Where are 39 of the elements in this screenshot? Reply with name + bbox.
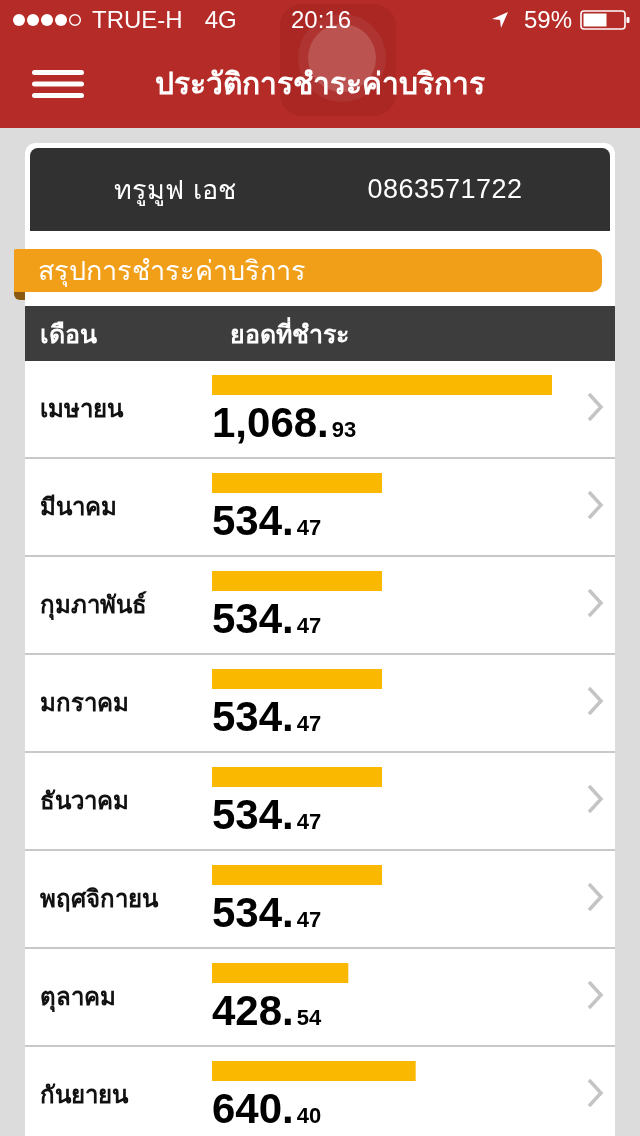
battery-icon (580, 10, 630, 30)
chevron-icon (587, 392, 604, 422)
column-heading: เดือน (40, 318, 98, 351)
account-name: ทรูมูฟ เอช (114, 173, 236, 208)
status-time: 20:16 (290, 6, 352, 34)
amount-value: 534.47 (212, 693, 322, 742)
amount-value: 534.47 (212, 791, 322, 840)
battery-percentage: 59% (523, 6, 572, 34)
chevron-icon (587, 686, 604, 716)
chevron-icon (587, 588, 604, 618)
amount-value: 534.47 (212, 595, 322, 644)
amount-value: 428.54 (212, 987, 322, 1036)
page-title: ประวัติการชำระค่าบริการ (155, 65, 485, 103)
section-banner: สรุปการชำระค่าบริการ (14, 249, 602, 292)
month-label: พฤศจิกายน (40, 883, 160, 915)
signal-icon (12, 13, 82, 27)
chevron-icon (587, 882, 604, 912)
amount-value: 640.40 (212, 1085, 322, 1134)
month-label: มกราคม (40, 687, 130, 719)
month-label: เมษายน (40, 393, 125, 425)
amount-value: 1,068.93 (212, 399, 357, 448)
chevron-icon (587, 1078, 604, 1108)
ribbon-fold (14, 292, 25, 300)
network-type: 4G (204, 6, 237, 34)
month-label: มีนาคม (40, 491, 118, 523)
chevron-icon (587, 784, 604, 814)
month-label: ตุลาคม (40, 981, 117, 1014)
chevron-icon (587, 980, 604, 1010)
month-label: ธันวาคม (40, 785, 130, 817)
amount-value: 534.47 (212, 497, 322, 546)
month-label: กันยายน (40, 1079, 130, 1111)
column-heading: ยอดที่ชำระ (229, 316, 350, 351)
amount-value: 534.47 (212, 889, 322, 938)
phone-number: 0863571722 (367, 174, 523, 205)
carrier-name: TRUE-H (92, 6, 183, 34)
chevron-icon (587, 490, 604, 520)
location-arrow-icon (491, 12, 508, 28)
month-label: กุมภาพันธ์ (40, 589, 148, 622)
menu-icon (32, 70, 84, 98)
